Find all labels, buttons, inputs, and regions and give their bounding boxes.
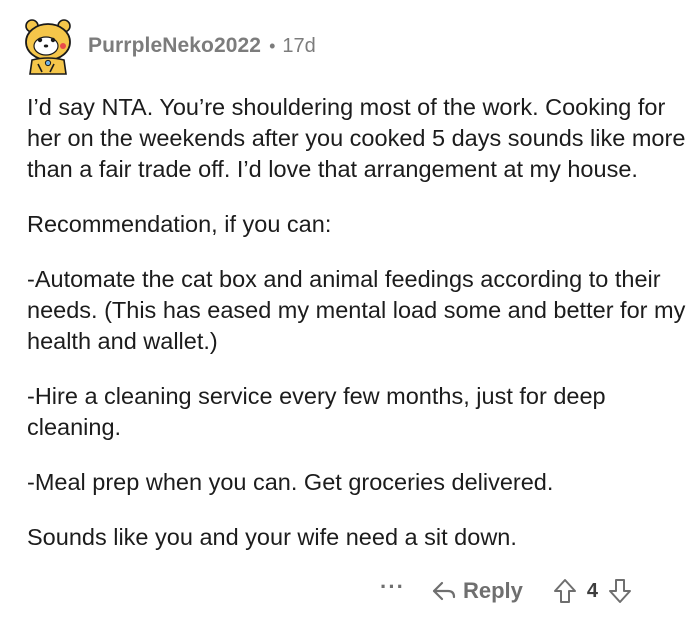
downvote-arrow-icon[interactable] — [608, 578, 632, 604]
comment-age: 17d — [282, 34, 316, 57]
vote-score: 4 — [586, 579, 599, 602]
avatar[interactable] — [20, 16, 76, 76]
snoo-avatar-icon — [25, 19, 71, 75]
vote-controls: 4 — [553, 578, 632, 604]
comment-paragraph: I’d say NTA. You’re shouldering most of … — [27, 94, 686, 182]
comment: PurrpleNeko2022 • 17d I’d say NTA. You’r… — [0, 0, 700, 619]
comment-paragraph: -Hire a cleaning service every few month… — [27, 383, 606, 440]
comment-body: I’d say NTA. You’re shouldering most of … — [27, 92, 687, 577]
reply-button[interactable]: Reply — [431, 578, 523, 604]
comment-actions: ··· Reply 4 — [380, 574, 632, 608]
comment-header: PurrpleNeko2022 • 17d — [20, 16, 316, 76]
reply-arrow-icon — [431, 580, 457, 602]
more-options-button[interactable]: ··· — [380, 576, 405, 605]
username[interactable]: PurrpleNeko2022 — [88, 34, 261, 58]
comment-paragraph: -Meal prep when you can. Get groceries d… — [27, 469, 554, 495]
upvote-arrow-icon[interactable] — [553, 578, 577, 604]
comment-paragraph: -Automate the cat box and animal feeding… — [27, 266, 686, 354]
reply-label: Reply — [462, 578, 523, 603]
meta-separator: • — [269, 35, 276, 56]
comment-paragraph: Sounds like you and your wife need a sit… — [27, 524, 517, 550]
comment-paragraph: Recommendation, if you can: — [27, 211, 332, 237]
